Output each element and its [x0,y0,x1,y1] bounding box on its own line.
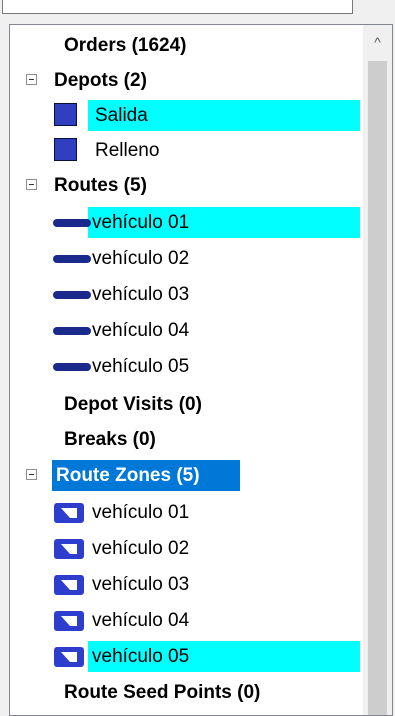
collapse-depots-icon[interactable] [26,74,37,85]
orders-label: Orders (1624) [64,35,187,56]
layer-tree-panel: Orders (1624) Depots (2) Salida Relleno … [9,24,393,716]
depot-square-icon [54,138,77,161]
zone-polygon-icon [54,647,84,667]
zone-label: vehículo 01 [92,502,190,523]
zone-polygon-icon [54,575,84,595]
tree-item-route[interactable]: vehículo 05 [10,349,363,384]
tree-item-route[interactable]: vehículo 01 [10,205,363,240]
routes-label: Routes (5) [54,175,147,196]
tree-item-route[interactable]: vehículo 03 [10,277,363,312]
tree-item-route[interactable]: vehículo 04 [10,313,363,348]
route-label: vehículo 05 [92,356,190,377]
tree-item-breaks[interactable]: Breaks (0) [10,422,363,457]
route-zones-label: Route Zones (5) [56,465,200,486]
route-label: vehículo 03 [92,284,190,305]
tree-group-routes[interactable]: Routes (5) [10,168,363,203]
depot-label: Relleno [95,140,160,161]
tree-group-route-zones[interactable]: Route Zones (5) [10,458,363,493]
tree-item-zone[interactable]: vehículo 05 [10,639,363,674]
route-seed-points-label: Route Seed Points (0) [64,682,261,703]
tree-item-route[interactable]: vehículo 02 [10,241,363,276]
scroll-thumb[interactable] [368,61,387,715]
zone-label: vehículo 03 [92,574,190,595]
route-label: vehículo 01 [92,212,190,233]
tree-item-depot-visits[interactable]: Depot Visits (0) [10,387,363,422]
tree-item-zone[interactable]: vehículo 01 [10,495,363,530]
depot-visits-label: Depot Visits (0) [64,394,202,415]
tree-item-zone[interactable]: vehículo 04 [10,603,363,638]
collapse-routes-icon[interactable] [26,179,37,190]
scroll-up-arrow-icon[interactable]: ^ [363,25,392,59]
zone-polygon-icon [54,539,84,559]
collapse-route-zones-icon[interactable] [26,469,37,480]
route-line-icon [53,291,91,299]
route-line-icon [53,255,91,263]
tree-item-depot[interactable]: Relleno [10,133,363,168]
zone-polygon-icon [54,611,84,631]
route-line-icon [53,363,91,371]
zone-label: vehículo 05 [92,646,190,667]
route-label: vehículo 02 [92,248,190,269]
tree-item-zone[interactable]: vehículo 03 [10,567,363,602]
tree-item-route-seed-points[interactable]: Route Seed Points (0) [10,675,363,710]
zone-label: vehículo 04 [92,610,190,631]
top-input-field[interactable] [2,0,353,14]
route-label: vehículo 04 [92,320,190,341]
depot-label: Salida [95,105,148,126]
tree-item-zone[interactable]: vehículo 02 [10,531,363,566]
depot-square-icon [54,103,77,126]
tree-group-depots[interactable]: Depots (2) [10,63,363,98]
route-line-icon [53,219,91,227]
depots-label: Depots (2) [54,70,147,91]
tree-item-depot[interactable]: Salida [10,98,363,133]
zone-polygon-icon [54,503,84,523]
route-line-icon [53,327,91,335]
vertical-scrollbar[interactable]: ^ [363,25,392,715]
tree-item-orders[interactable]: Orders (1624) [10,28,363,63]
breaks-label: Breaks (0) [64,429,156,450]
zone-label: vehículo 02 [92,538,190,559]
